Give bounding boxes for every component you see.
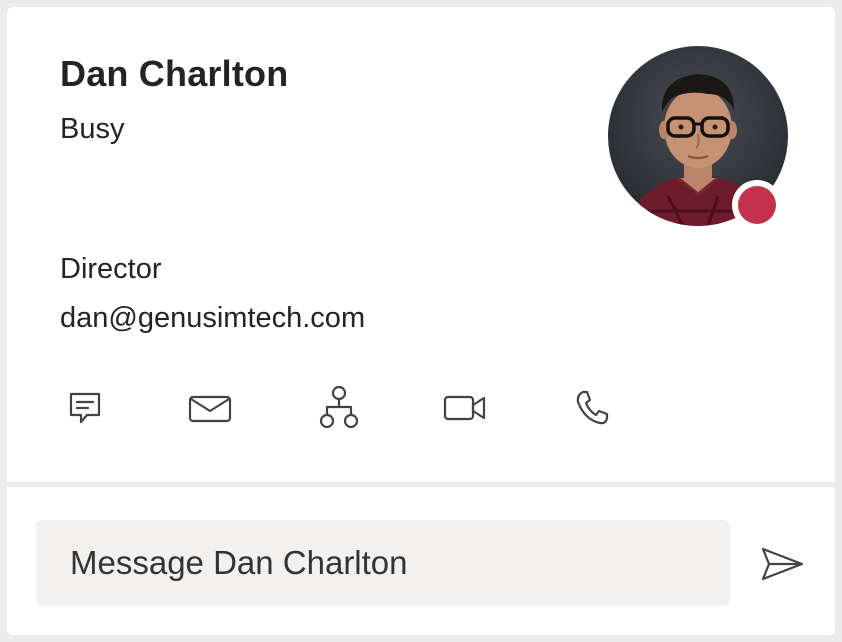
org-chart-icon (319, 385, 359, 429)
org-chart-button[interactable] (311, 385, 367, 431)
action-bar (7, 385, 835, 431)
chat-button[interactable] (57, 385, 113, 431)
mail-icon (188, 395, 232, 423)
send-button[interactable] (752, 541, 812, 587)
message-input-placeholder: Message Dan Charlton (70, 544, 408, 581)
divider (7, 482, 835, 487)
video-call-button[interactable] (437, 385, 493, 431)
call-button[interactable] (564, 385, 620, 431)
job-title: Director (60, 253, 162, 285)
send-icon (761, 547, 804, 581)
presence-status-text: Busy (60, 113, 125, 145)
busy-status-dot (738, 186, 776, 224)
presence-indicator (732, 180, 782, 230)
chat-icon (69, 392, 101, 424)
contact-card: Dan Charlton Busy Director dan@genusimte… (7, 7, 835, 635)
email-button[interactable] (182, 385, 238, 431)
contact-name: Dan Charlton (60, 53, 289, 94)
email-address[interactable]: dan@genusimtech.com (60, 302, 365, 335)
phone-icon (576, 390, 609, 425)
video-call-icon (443, 395, 486, 421)
message-input[interactable]: Message Dan Charlton (36, 520, 730, 606)
